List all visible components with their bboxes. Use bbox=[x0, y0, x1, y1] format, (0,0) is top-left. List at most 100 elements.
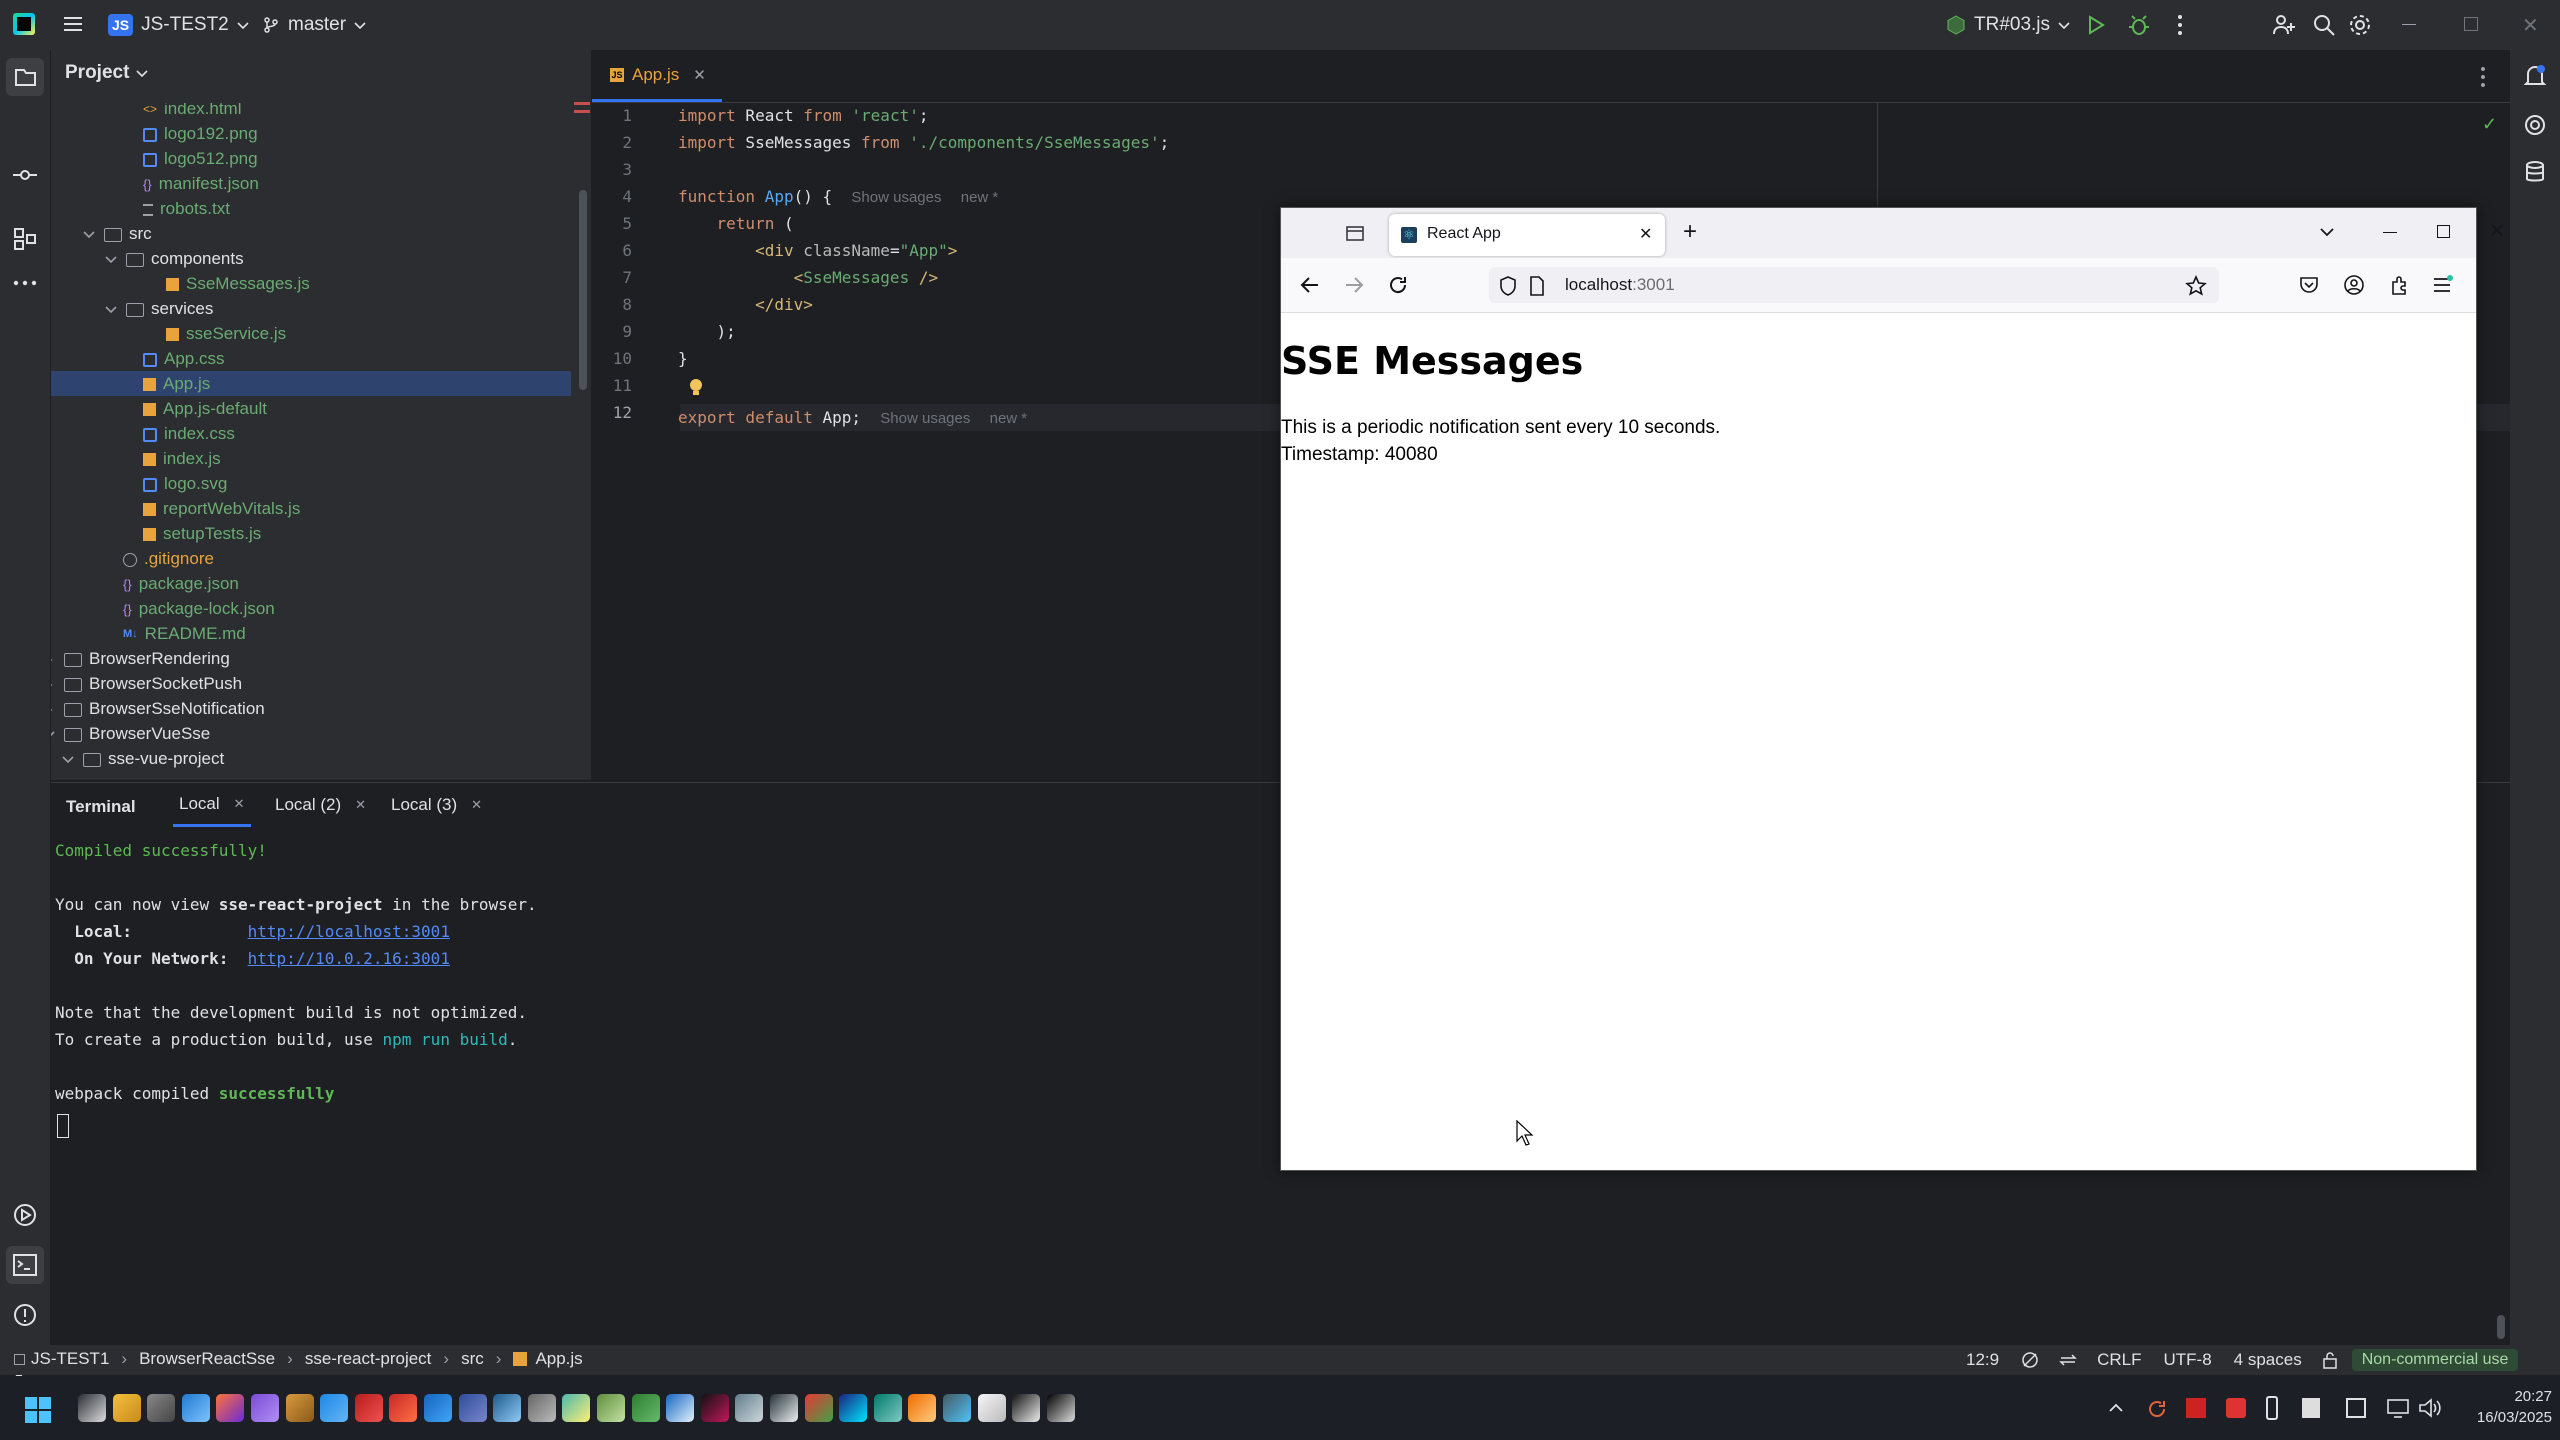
chevron-down-icon[interactable] bbox=[51, 728, 56, 742]
tree-item[interactable]: logo192.png bbox=[51, 121, 571, 146]
vbnet-icon[interactable] bbox=[1012, 1394, 1041, 1422]
app-icon[interactable] bbox=[147, 1394, 176, 1422]
breadcrumb-item[interactable]: src bbox=[461, 1349, 484, 1369]
app-icon[interactable] bbox=[493, 1394, 522, 1422]
app-icon[interactable] bbox=[735, 1394, 764, 1422]
tree-item[interactable]: sse-vue-project bbox=[51, 746, 571, 771]
no-inspection-icon[interactable] bbox=[2021, 1351, 2039, 1369]
notifications-bell-icon[interactable] bbox=[2524, 64, 2546, 88]
tab-list-icon[interactable] bbox=[1345, 224, 1365, 242]
task-view-icon[interactable] bbox=[78, 1394, 106, 1422]
app-icon[interactable] bbox=[389, 1394, 418, 1422]
visual-studio-icon[interactable] bbox=[251, 1394, 279, 1422]
breadcrumb-item[interactable]: sse-react-project bbox=[305, 1349, 432, 1369]
tree-item[interactable]: index.js bbox=[51, 446, 571, 471]
network-icon[interactable] bbox=[2386, 1398, 2410, 1418]
breadcrumb-item[interactable]: BrowserReactSse bbox=[139, 1349, 275, 1369]
app-icon[interactable] bbox=[666, 1394, 695, 1422]
cmd-icon[interactable] bbox=[1046, 1394, 1075, 1422]
volume-icon[interactable] bbox=[2418, 1398, 2442, 1418]
chevron-down-icon[interactable] bbox=[82, 228, 96, 242]
minimize-window-icon[interactable] bbox=[2383, 232, 2397, 233]
tray-app-icon[interactable] bbox=[2302, 1398, 2320, 1418]
minimize-window-icon[interactable] bbox=[2402, 24, 2416, 25]
editor-tab-app-js[interactable]: JS App.js ✕ bbox=[592, 50, 722, 102]
tree-item[interactable]: reportWebVitals.js bbox=[51, 496, 571, 521]
tray-app-icon[interactable] bbox=[2186, 1398, 2206, 1418]
services-tool-icon[interactable] bbox=[12, 1202, 38, 1228]
app-icon[interactable] bbox=[873, 1394, 902, 1422]
tree-item[interactable]: <> index.html bbox=[51, 103, 571, 121]
tree-item[interactable]: logo512.png bbox=[51, 146, 571, 171]
tracking-shield-icon[interactable] bbox=[1499, 276, 1517, 296]
tray-usb-icon[interactable] bbox=[2266, 1396, 2278, 1420]
tree-item[interactable]: setupTests.js bbox=[51, 521, 571, 546]
document-icon[interactable] bbox=[977, 1394, 1006, 1422]
tray-sync-icon[interactable] bbox=[2146, 1398, 2168, 1420]
close-window-icon[interactable]: ✕ bbox=[2489, 220, 2505, 243]
app-icon[interactable] bbox=[458, 1394, 487, 1422]
restore-window-icon[interactable] bbox=[2464, 17, 2478, 31]
file-encoding[interactable]: UTF-8 bbox=[2164, 1350, 2212, 1370]
tree-item[interactable]: sseService.js bbox=[51, 321, 571, 346]
tree-item[interactable]: BrowserSocketPush bbox=[51, 671, 571, 696]
tree-item[interactable]: App.css bbox=[51, 346, 571, 371]
project-scrollbar[interactable] bbox=[579, 190, 587, 390]
project-tool-icon[interactable] bbox=[6, 58, 44, 96]
sync-icon[interactable] bbox=[2059, 1351, 2077, 1369]
ai-assistant-icon[interactable] bbox=[2524, 114, 2546, 136]
close-tab-icon[interactable]: ✕ bbox=[355, 797, 366, 813]
chrome-icon[interactable] bbox=[804, 1394, 833, 1422]
app-icon[interactable] bbox=[908, 1394, 937, 1422]
extensions-puzzle-icon[interactable] bbox=[2389, 274, 2411, 296]
terminal-tool-icon[interactable] bbox=[6, 1246, 44, 1284]
breadcrumb-item[interactable]: JS-TEST1 bbox=[31, 1349, 109, 1369]
tree-item[interactable]: BrowserVueSse bbox=[51, 721, 571, 746]
network-url-link[interactable]: http://10.0.2.16:3001 bbox=[248, 949, 450, 968]
tree-item[interactable]: {} package-lock.json bbox=[51, 596, 571, 621]
tree-item[interactable]: {} package.json bbox=[51, 571, 571, 596]
page-info-icon[interactable] bbox=[1529, 276, 1545, 296]
chevron-down-icon[interactable] bbox=[104, 253, 118, 267]
no-errors-check-icon[interactable]: ✓ bbox=[2482, 114, 2497, 135]
defender-icon[interactable] bbox=[424, 1394, 452, 1422]
browser-tab[interactable]: ⚛ React App ✕ bbox=[1389, 214, 1665, 256]
tree-item[interactable]: components bbox=[51, 246, 571, 271]
tree-item[interactable]: services bbox=[51, 296, 571, 321]
problems-tool-icon[interactable] bbox=[12, 1302, 38, 1328]
line-ending[interactable]: CRLF bbox=[2097, 1350, 2141, 1370]
tree-item[interactable]: .gitignore bbox=[51, 546, 571, 571]
tree-item[interactable]: {} manifest.json bbox=[51, 171, 571, 196]
tree-item[interactable]: index.css bbox=[51, 421, 571, 446]
run-config-widget[interactable]: TR#03.js bbox=[1946, 10, 2072, 40]
commit-tool-icon[interactable] bbox=[12, 162, 38, 188]
vscode-icon[interactable] bbox=[320, 1394, 349, 1422]
tree-item[interactable]: App.js-default bbox=[51, 396, 571, 421]
app-icon[interactable] bbox=[597, 1394, 625, 1422]
chevron-down-icon[interactable] bbox=[104, 303, 118, 317]
more-tools-icon[interactable] bbox=[12, 278, 38, 288]
chevron-right-icon[interactable] bbox=[51, 678, 56, 692]
breadcrumb-item[interactable]: App.js bbox=[535, 1349, 582, 1369]
code-with-me-icon[interactable] bbox=[2272, 13, 2296, 37]
more-actions-icon[interactable] bbox=[2176, 13, 2184, 37]
intention-bulb-icon[interactable] bbox=[688, 378, 704, 398]
read-only-lock-icon[interactable] bbox=[2322, 1351, 2338, 1369]
chevron-down-icon[interactable] bbox=[61, 753, 75, 767]
close-tab-icon[interactable]: ✕ bbox=[471, 797, 482, 813]
filezilla-icon[interactable] bbox=[354, 1394, 383, 1422]
app-icon[interactable] bbox=[285, 1394, 314, 1422]
caret-position[interactable]: 12:9 bbox=[1966, 1350, 1999, 1370]
tree-item[interactable]: robots.txt bbox=[51, 196, 571, 221]
chevron-right-icon[interactable] bbox=[51, 703, 56, 717]
bookmark-star-icon[interactable] bbox=[2185, 275, 2207, 297]
list-all-tabs-icon[interactable] bbox=[2319, 226, 2335, 238]
project-panel-header[interactable]: Project bbox=[65, 62, 149, 84]
tree-item[interactable]: src bbox=[51, 221, 571, 246]
indent-setting[interactable]: 4 spaces bbox=[2234, 1350, 2302, 1370]
windows-start-icon[interactable] bbox=[24, 1396, 52, 1424]
tree-item[interactable]: App.js bbox=[51, 371, 571, 396]
back-arrow-icon[interactable] bbox=[1299, 274, 1321, 296]
app-icon[interactable] bbox=[181, 1394, 210, 1422]
rider-icon[interactable] bbox=[700, 1394, 729, 1422]
